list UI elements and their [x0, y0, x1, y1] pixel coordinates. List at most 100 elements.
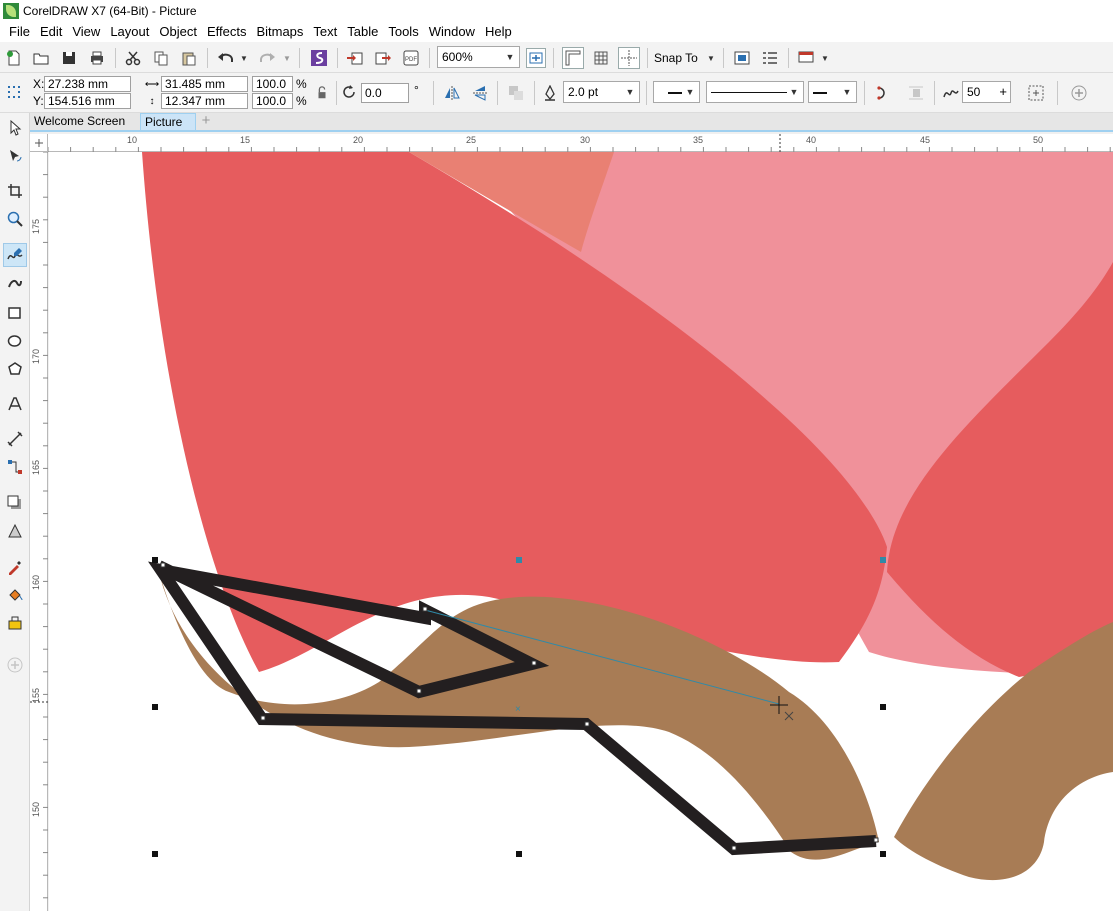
shape-tool-icon[interactable]	[3, 144, 27, 168]
menu-bar: File Edit View Layout Object Effects Bit…	[0, 21, 1113, 42]
bounding-box-icon[interactable]	[1026, 83, 1046, 103]
paste-icon[interactable]	[179, 49, 199, 67]
menu-text[interactable]: Text	[308, 24, 342, 39]
y-label: Y:	[33, 94, 44, 108]
color-eyedropper-icon[interactable]	[3, 555, 27, 579]
height-field[interactable]	[161, 93, 248, 109]
print-icon[interactable]	[87, 49, 107, 67]
menu-edit[interactable]: Edit	[35, 24, 67, 39]
show-guidelines-icon[interactable]	[618, 47, 640, 69]
text-tool-icon[interactable]	[3, 392, 27, 416]
tab-label: Welcome Screen	[34, 114, 126, 128]
mirror-vertical-icon[interactable]	[470, 83, 490, 103]
export-icon[interactable]	[373, 49, 393, 67]
ruler-origin[interactable]	[30, 134, 48, 152]
close-curve-icon[interactable]	[871, 83, 891, 103]
open-folder-icon[interactable]	[31, 49, 51, 67]
smoothing-field[interactable]: 50 +	[962, 81, 1011, 103]
tab-picture[interactable]: Picture	[140, 113, 196, 130]
redo-icon[interactable]	[256, 49, 278, 67]
new-document-icon[interactable]	[4, 49, 24, 67]
undo-dropdown-icon[interactable]: ▼	[239, 53, 249, 63]
outline-width-value: 2.0 pt	[568, 85, 599, 99]
show-grid-icon[interactable]	[590, 47, 612, 69]
menu-bitmaps[interactable]: Bitmaps	[251, 24, 308, 39]
scale-x-field[interactable]	[252, 76, 293, 92]
chevron-down-icon: ▼	[505, 52, 515, 62]
menu-window[interactable]: Window	[424, 24, 480, 39]
slider-icon[interactable]: +	[999, 85, 1007, 98]
snap-dropdown-icon[interactable]: ▼	[706, 53, 716, 63]
interactive-fill-icon[interactable]	[3, 583, 27, 607]
line-end-icon	[813, 92, 827, 94]
add-tab-icon[interactable]: +	[196, 113, 216, 130]
scale-y-field[interactable]	[252, 93, 293, 109]
line-start-icon	[668, 92, 682, 94]
menu-layout[interactable]: Layout	[105, 24, 154, 39]
zoom-tool-icon[interactable]	[3, 207, 27, 231]
wrap-text-icon[interactable]	[906, 83, 926, 103]
menu-object[interactable]: Object	[154, 24, 202, 39]
rotation-field[interactable]	[361, 83, 409, 103]
menu-tools[interactable]: Tools	[383, 24, 423, 39]
scale-y-percent: %	[296, 94, 307, 108]
drop-shadow-icon[interactable]	[3, 491, 27, 515]
parallel-dimension-icon[interactable]	[3, 427, 27, 451]
launch-dropdown-icon[interactable]: ▼	[820, 53, 830, 63]
quick-customize-icon[interactable]	[1068, 82, 1090, 104]
polygon-tool-icon[interactable]	[3, 357, 27, 381]
width-field[interactable]	[161, 76, 248, 92]
copy-icon[interactable]	[151, 49, 171, 67]
zoom-fit-icon[interactable]	[526, 48, 546, 68]
drawing-canvas[interactable]: ×	[49, 152, 1113, 911]
menu-help[interactable]: Help	[480, 24, 517, 39]
combine-icon[interactable]	[506, 83, 526, 103]
save-icon[interactable]	[59, 49, 79, 67]
start-arrowhead-combo[interactable]: ▼	[653, 81, 700, 103]
transparency-icon[interactable]	[3, 519, 27, 543]
options-icon[interactable]	[732, 49, 752, 67]
mirror-horizontal-icon[interactable]	[442, 83, 462, 103]
rectangle-tool-icon[interactable]	[3, 301, 27, 325]
menu-file[interactable]: File	[4, 24, 35, 39]
corel-connect-icon[interactable]	[309, 48, 329, 68]
add-tool-icon[interactable]	[3, 653, 27, 677]
menu-table[interactable]: Table	[342, 24, 383, 39]
line-style-combo[interactable]: ▼	[706, 81, 804, 103]
redo-dropdown-icon[interactable]: ▼	[282, 53, 292, 63]
lock-ratio-icon[interactable]	[315, 86, 329, 100]
import-icon[interactable]	[345, 49, 365, 67]
x-position-field[interactable]	[44, 76, 131, 92]
crop-tool-icon[interactable]	[3, 179, 27, 203]
snap-to-button[interactable]: Snap To	[654, 49, 704, 67]
standard-toolbar: ▼ ▼ PDF 600% ▼ Snap To ▼ ▼	[0, 42, 1113, 73]
ruler-label: 165	[31, 459, 41, 475]
publish-pdf-icon[interactable]: PDF	[401, 49, 421, 67]
vertical-ruler[interactable]: 175 170 165 160 155 150	[30, 152, 48, 911]
tab-label: Picture	[145, 115, 183, 129]
end-arrowhead-combo[interactable]: ▼	[808, 81, 857, 103]
ellipse-tool-icon[interactable]	[3, 329, 27, 353]
y-position-field[interactable]	[44, 93, 131, 109]
chevron-down-icon: ▼	[789, 87, 799, 97]
menu-view[interactable]: View	[67, 24, 105, 39]
smoothing-value: 50	[967, 85, 981, 99]
undo-icon[interactable]	[215, 49, 237, 67]
line-style-icon	[711, 92, 787, 93]
outline-width-combo[interactable]: 2.0 pt ▼	[563, 81, 640, 103]
horizontal-ruler[interactable]: 10 15 20 25 30 35 40 45 50	[48, 134, 1113, 152]
menu-effects[interactable]: Effects	[202, 24, 252, 39]
title-bar: CorelDRAW X7 (64-Bit) - Picture	[0, 0, 1113, 21]
tab-welcome-screen[interactable]: Welcome Screen	[30, 113, 140, 130]
zoom-level-combo[interactable]: 600% ▼	[437, 46, 520, 68]
pick-tool-icon[interactable]	[3, 116, 27, 140]
connector-tool-icon[interactable]	[3, 455, 27, 479]
cut-icon[interactable]	[123, 49, 143, 67]
freehand-tool-icon[interactable]	[3, 243, 27, 267]
application-launcher-icon[interactable]	[760, 49, 780, 67]
artistic-media-icon[interactable]	[3, 271, 27, 295]
launch-icon[interactable]	[796, 49, 816, 67]
smart-fill-icon[interactable]	[3, 611, 27, 635]
show-rulers-icon[interactable]	[562, 47, 584, 69]
object-origin-icon[interactable]	[4, 83, 24, 101]
